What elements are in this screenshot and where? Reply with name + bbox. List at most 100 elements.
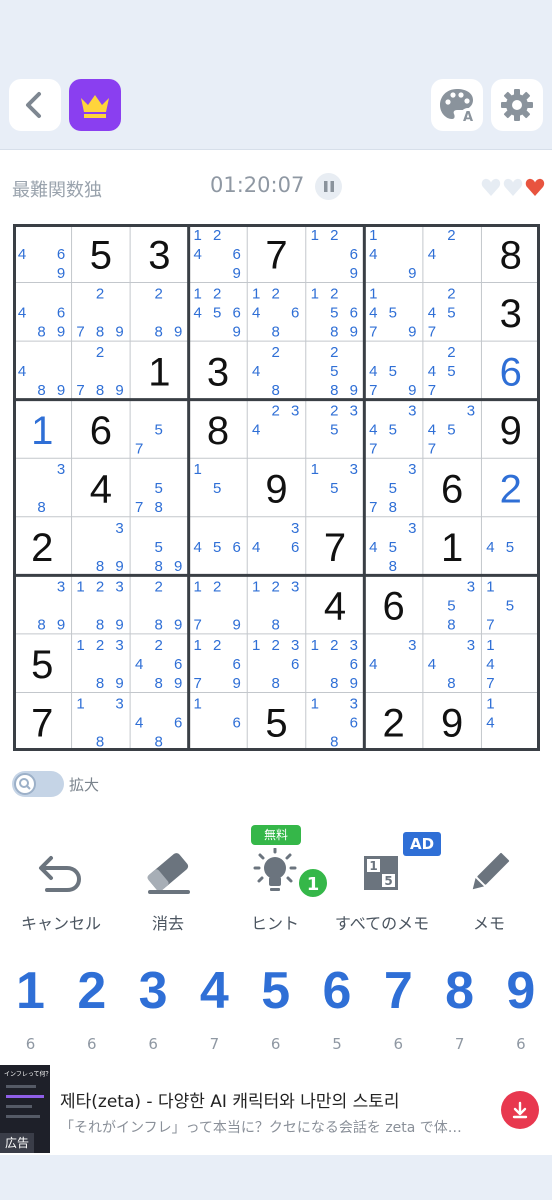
sudoku-cell[interactable]: 38 <box>13 458 72 517</box>
sudoku-cell[interactable]: 4 68 <box>130 692 189 751</box>
sudoku-cell[interactable]: 157 <box>481 575 540 634</box>
erase-button[interactable]: 消去 <box>113 842 223 937</box>
number-key-2[interactable]: 26 <box>61 955 122 1055</box>
sudoku-cell[interactable]: 357 8 <box>364 458 423 517</box>
sudoku-cell[interactable]: 3 8 9 <box>72 517 131 576</box>
sudoku-cell[interactable]: 3 4 6 <box>247 517 306 576</box>
sudoku-cell[interactable]: 6 <box>423 458 482 517</box>
sudoku-cell[interactable]: 1 24 68 <box>247 283 306 342</box>
sudoku-cell[interactable]: 14 <box>481 692 540 751</box>
sudoku-cell[interactable]: 5 8 9 <box>130 517 189 576</box>
undo-button[interactable]: キャンセル <box>6 842 116 937</box>
sudoku-cell[interactable]: 2 <box>481 458 540 517</box>
sudoku-cell[interactable]: 8 <box>189 400 248 459</box>
sudoku-cell[interactable]: 7 <box>306 517 365 576</box>
sudoku-cell[interactable]: 1 4 7 <box>481 634 540 693</box>
sudoku-cell[interactable]: 1 2 3 8 9 <box>72 634 131 693</box>
sudoku-cell[interactable]: 3 48 <box>423 634 482 693</box>
sudoku-cell[interactable]: 6 <box>364 575 423 634</box>
number-key-4[interactable]: 47 <box>184 955 245 1055</box>
sudoku-cell[interactable]: 8 <box>481 224 540 283</box>
sudoku-cell[interactable]: 1 24 6 9 <box>189 224 248 283</box>
sudoku-cell[interactable]: 2 <box>13 517 72 576</box>
number-key-7[interactable]: 76 <box>368 955 429 1055</box>
sudoku-cell[interactable]: 1 2 7 9 <box>189 575 248 634</box>
number-key-6[interactable]: 65 <box>307 955 368 1055</box>
sudoku-cell[interactable]: 2 8 9 <box>130 575 189 634</box>
sudoku-cell[interactable]: 3 <box>189 341 248 400</box>
sudoku-cell[interactable]: 1 4 9 <box>364 224 423 283</box>
notes-button[interactable]: メモ <box>434 842 544 937</box>
back-button[interactable] <box>9 79 61 131</box>
sudoku-cell[interactable]: 1 <box>423 517 482 576</box>
sudoku-cell[interactable]: 7 <box>247 224 306 283</box>
sudoku-cell[interactable]: 1 2 3 68 <box>247 634 306 693</box>
all-notes-button[interactable]: 1 5 すべてのメモ <box>327 842 437 937</box>
ad-download-button[interactable] <box>501 1091 539 1129</box>
sudoku-cell[interactable]: 1 3 8 <box>72 692 131 751</box>
premium-button[interactable] <box>69 79 121 131</box>
sudoku-cell[interactable]: 1 26 7 9 <box>189 634 248 693</box>
sudoku-cell[interactable]: 1 2 3 8 <box>247 575 306 634</box>
number-key-3[interactable]: 36 <box>123 955 184 1055</box>
sudoku-board[interactable]: 4 69 5 3 1 24 69 7 1 26914924 84 68 927 8 928 91 24 5 691 2… <box>13 224 540 751</box>
sudoku-cell[interactable]: 4 57 9 <box>364 341 423 400</box>
ad-title[interactable]: 제타(zeta) - 다양한 AI 캐릭터와 나만의 스토리 <box>60 1087 400 1112</box>
sudoku-cell[interactable]: 3 <box>130 224 189 283</box>
ad-banner[interactable]: インフレって何？ 広告 제타(zeta) - 다양한 AI 캐릭터와 나만의 스… <box>0 1065 552 1155</box>
sudoku-cell[interactable]: 45 <box>481 517 540 576</box>
sudoku-cell[interactable]: 24 <box>423 224 482 283</box>
sudoku-cell[interactable]: 48 9 <box>13 341 72 400</box>
sudoku-cell[interactable]: 9 <box>481 400 540 459</box>
sudoku-cell[interactable]: 15 <box>189 458 248 517</box>
sudoku-cell[interactable]: 16 <box>189 692 248 751</box>
sudoku-cell[interactable]: 1 2 5 68 9 <box>306 283 365 342</box>
sudoku-cell[interactable]: 1 2 3 8 9 <box>72 575 131 634</box>
sudoku-cell[interactable]: 2 8 9 <box>130 283 189 342</box>
sudoku-cell[interactable]: 2 7 8 9 <box>72 283 131 342</box>
sudoku-cell[interactable]: 34 <box>364 634 423 693</box>
sudoku-cell[interactable]: 57 <box>130 400 189 459</box>
theme-button[interactable]: A <box>431 79 483 131</box>
sudoku-cell[interactable]: 5 <box>72 224 131 283</box>
sudoku-cell[interactable]: 24 68 9 <box>130 634 189 693</box>
number-key-5[interactable]: 56 <box>245 955 306 1055</box>
sudoku-cell[interactable]: 3 4 5 8 <box>364 517 423 576</box>
sudoku-cell[interactable]: 9 <box>247 458 306 517</box>
sudoku-cell[interactable]: 35 8 <box>423 575 482 634</box>
sudoku-cell[interactable]: 9 <box>423 692 482 751</box>
sudoku-cell[interactable]: 7 <box>13 692 72 751</box>
sudoku-cell[interactable]: 1 3 68 <box>306 692 365 751</box>
sudoku-cell[interactable]: 3 4 57 <box>364 400 423 459</box>
sudoku-cell[interactable]: 3 4 57 <box>423 400 482 459</box>
sudoku-cell[interactable]: 248 <box>247 341 306 400</box>
sudoku-cell[interactable]: 2 <box>364 692 423 751</box>
sudoku-cell[interactable]: 2 7 8 9 <box>72 341 131 400</box>
sudoku-cell[interactable]: 1 4 57 9 <box>364 283 423 342</box>
number-key-1[interactable]: 16 <box>0 955 61 1055</box>
sudoku-cell[interactable]: 4 <box>72 458 131 517</box>
sudoku-cell[interactable]: 5 <box>13 634 72 693</box>
sudoku-cell[interactable]: 6 <box>481 341 540 400</box>
pause-button[interactable] <box>315 173 342 200</box>
sudoku-cell[interactable]: 24 57 <box>423 283 482 342</box>
sudoku-cell[interactable]: 1 24 5 6 9 <box>189 283 248 342</box>
sudoku-cell[interactable]: 1 <box>130 341 189 400</box>
sudoku-cell[interactable]: 5 <box>247 692 306 751</box>
sudoku-cell[interactable]: 4 <box>306 575 365 634</box>
sudoku-cell[interactable]: 4 6 9 <box>13 224 72 283</box>
number-key-8[interactable]: 87 <box>429 955 490 1055</box>
sudoku-cell[interactable]: 57 8 <box>130 458 189 517</box>
sudoku-cell[interactable]: 2 35 <box>306 400 365 459</box>
zoom-toggle[interactable] <box>12 771 64 797</box>
sudoku-cell[interactable]: 1 35 <box>306 458 365 517</box>
sudoku-cell[interactable]: 456 <box>189 517 248 576</box>
sudoku-cell[interactable]: 3 <box>481 283 540 342</box>
number-key-9[interactable]: 96 <box>490 955 551 1055</box>
ad-thumbnail[interactable]: インフレって何？ 広告 <box>0 1065 50 1153</box>
sudoku-cell[interactable]: 1 2 3 68 9 <box>306 634 365 693</box>
sudoku-cell[interactable]: 1 <box>13 400 72 459</box>
settings-button[interactable] <box>491 79 543 131</box>
sudoku-cell[interactable]: 6 <box>72 400 131 459</box>
sudoku-cell[interactable]: 2 3 4 <box>247 400 306 459</box>
